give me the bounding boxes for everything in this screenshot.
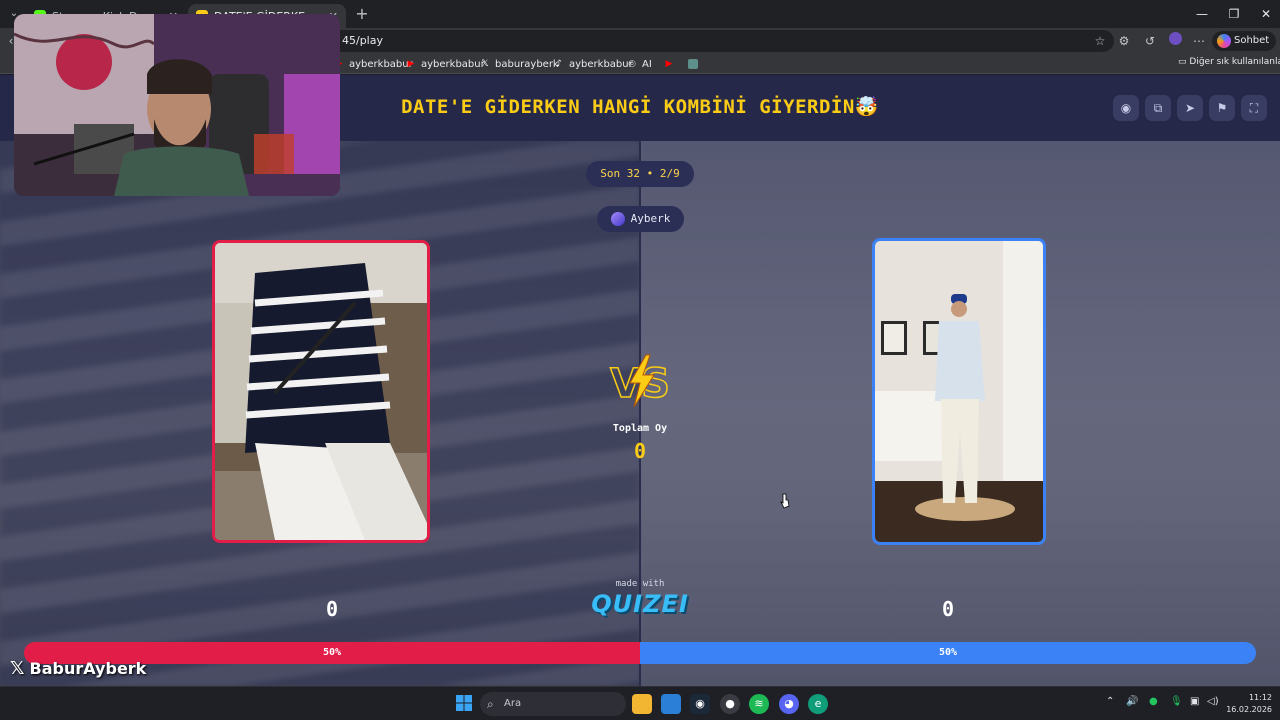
plus-icon[interactable]: + xyxy=(352,4,372,24)
vs-lightning-icon: VS xyxy=(609,354,671,408)
right-choice-card[interactable] xyxy=(872,238,1046,545)
edge-icon[interactable]: e xyxy=(808,694,828,714)
round-badge: Son 32 • 2/9 xyxy=(586,161,694,187)
network-icon[interactable]: ▣ xyxy=(1190,696,1199,707)
speaker-icon[interactable]: 🔊 xyxy=(1126,696,1138,707)
app-icon xyxy=(688,59,698,69)
bookmark-label: ayberkbabur xyxy=(421,58,485,70)
youtube-icon: ▶ xyxy=(407,59,415,69)
player-badge: Ayberk xyxy=(597,206,684,232)
x-icon: 𝕏 xyxy=(10,657,25,679)
bookmark-item[interactable]: ▶ ayberkbabur xyxy=(334,57,413,71)
clock-time: 11:12 xyxy=(1248,693,1272,702)
extensions-icon[interactable]: ⚙ xyxy=(1115,32,1133,50)
other-bookmarks-label: Diğer sık kullanılanlar xyxy=(1189,57,1280,67)
bookmark-label: ayberkbabur xyxy=(349,58,413,70)
file-explorer-icon[interactable] xyxy=(632,694,652,714)
folder-icon: ▭ xyxy=(1178,57,1187,67)
history-icon[interactable]: ↺ xyxy=(1141,32,1159,50)
photos-icon[interactable] xyxy=(661,694,681,714)
total-votes-label: Toplam Oy xyxy=(612,423,668,434)
bookmark-item[interactable]: ♪ ayberkbabur xyxy=(554,57,633,71)
other-bookmarks[interactable]: ▭ Diğer sık kullanılanlar xyxy=(1178,57,1280,67)
windows-start-icon[interactable] xyxy=(454,694,474,714)
bookmark-app[interactable] xyxy=(688,57,703,71)
chat-button[interactable]: Sohbet et xyxy=(1212,31,1276,66)
microphone-icon[interactable]: 🎙 xyxy=(1170,696,1183,707)
youtube-icon: ▶ xyxy=(665,59,673,69)
x-icon: 𝕏 xyxy=(481,59,489,69)
left-outfit-photo xyxy=(215,243,427,540)
taskbar-search[interactable]: ⌕ Ara xyxy=(480,692,626,716)
close-window-icon[interactable]: ✕ xyxy=(1250,0,1280,28)
handle-text: BaburAyberk xyxy=(29,658,147,678)
mouse-cursor-icon xyxy=(780,493,790,509)
right-outfit-photo xyxy=(875,241,1043,542)
share-icon[interactable]: ⧉ xyxy=(1145,95,1171,121)
flag-icon[interactable]: ⚑ xyxy=(1209,95,1235,121)
search-placeholder: Ara xyxy=(504,698,522,709)
avatar xyxy=(610,212,625,226)
star-icon[interactable]: ☆ xyxy=(1091,32,1109,50)
chevron-up-icon[interactable]: ⌃ xyxy=(1106,696,1114,707)
streamer-handle: 𝕏 BaburAyberk xyxy=(10,656,146,680)
left-percent: 50% xyxy=(322,647,342,658)
copilot-icon xyxy=(1217,34,1231,48)
clock-date: 16.02.2026 xyxy=(1226,705,1272,714)
ai-icon: ◎ xyxy=(628,59,636,69)
discord-icon[interactable]: ◕ xyxy=(779,694,799,714)
more-icon[interactable]: ⋯ xyxy=(1190,32,1208,50)
volume-icon[interactable]: ◁) xyxy=(1207,696,1219,707)
webcam-overlay xyxy=(14,14,340,196)
search-icon: ⌕ xyxy=(487,697,494,711)
obs-icon[interactable]: ● xyxy=(720,694,740,714)
windows-taskbar: ⌕ Ara ◉ ● ≋ ◕ e ⌃ 🔊 ● 🎙 ▣ ◁) 11:12 16.02… xyxy=(0,686,1280,720)
total-votes-value: 0 xyxy=(633,439,647,463)
bookmark-youtube[interactable]: ▶ xyxy=(664,57,679,71)
minimize-icon[interactable]: — xyxy=(1186,0,1218,28)
right-percent: 50% xyxy=(938,647,958,658)
streamer-camera xyxy=(14,14,340,196)
status-dot-icon[interactable]: ● xyxy=(1149,696,1158,707)
taskbar-clock[interactable]: 11:12 16.02.2026 xyxy=(1220,692,1272,716)
tiktok-icon: ♪ xyxy=(556,59,562,69)
bookmark-label: AI xyxy=(642,58,652,70)
profile-icon[interactable] xyxy=(1166,32,1184,50)
player-name: Ayberk xyxy=(630,212,671,225)
restore-icon[interactable]: ❐ xyxy=(1218,0,1250,28)
bookmark-item[interactable]: ◎ AI xyxy=(627,57,652,71)
bookmark-item[interactable]: 𝕏 baburayberk xyxy=(480,57,559,71)
send-icon[interactable]: ➤ xyxy=(1177,95,1203,121)
right-vote-bar: 50% xyxy=(640,642,1256,664)
spotify-icon[interactable]: ≋ xyxy=(749,694,769,714)
made-with-label: made with xyxy=(615,579,665,589)
left-choice-card[interactable] xyxy=(212,240,430,543)
steam-icon[interactable]: ◉ xyxy=(690,694,710,714)
bookmark-label: baburayberk xyxy=(495,58,559,70)
bookmark-item[interactable]: ▶ ayberkbabur xyxy=(406,57,485,71)
quizei-logo[interactable]: QUIZEI xyxy=(0,590,1280,618)
fullscreen-icon[interactable]: ⛶ xyxy=(1241,95,1267,121)
bookmark-label: ayberkbabur xyxy=(569,58,633,70)
eye-icon[interactable]: ◉ xyxy=(1113,95,1139,121)
